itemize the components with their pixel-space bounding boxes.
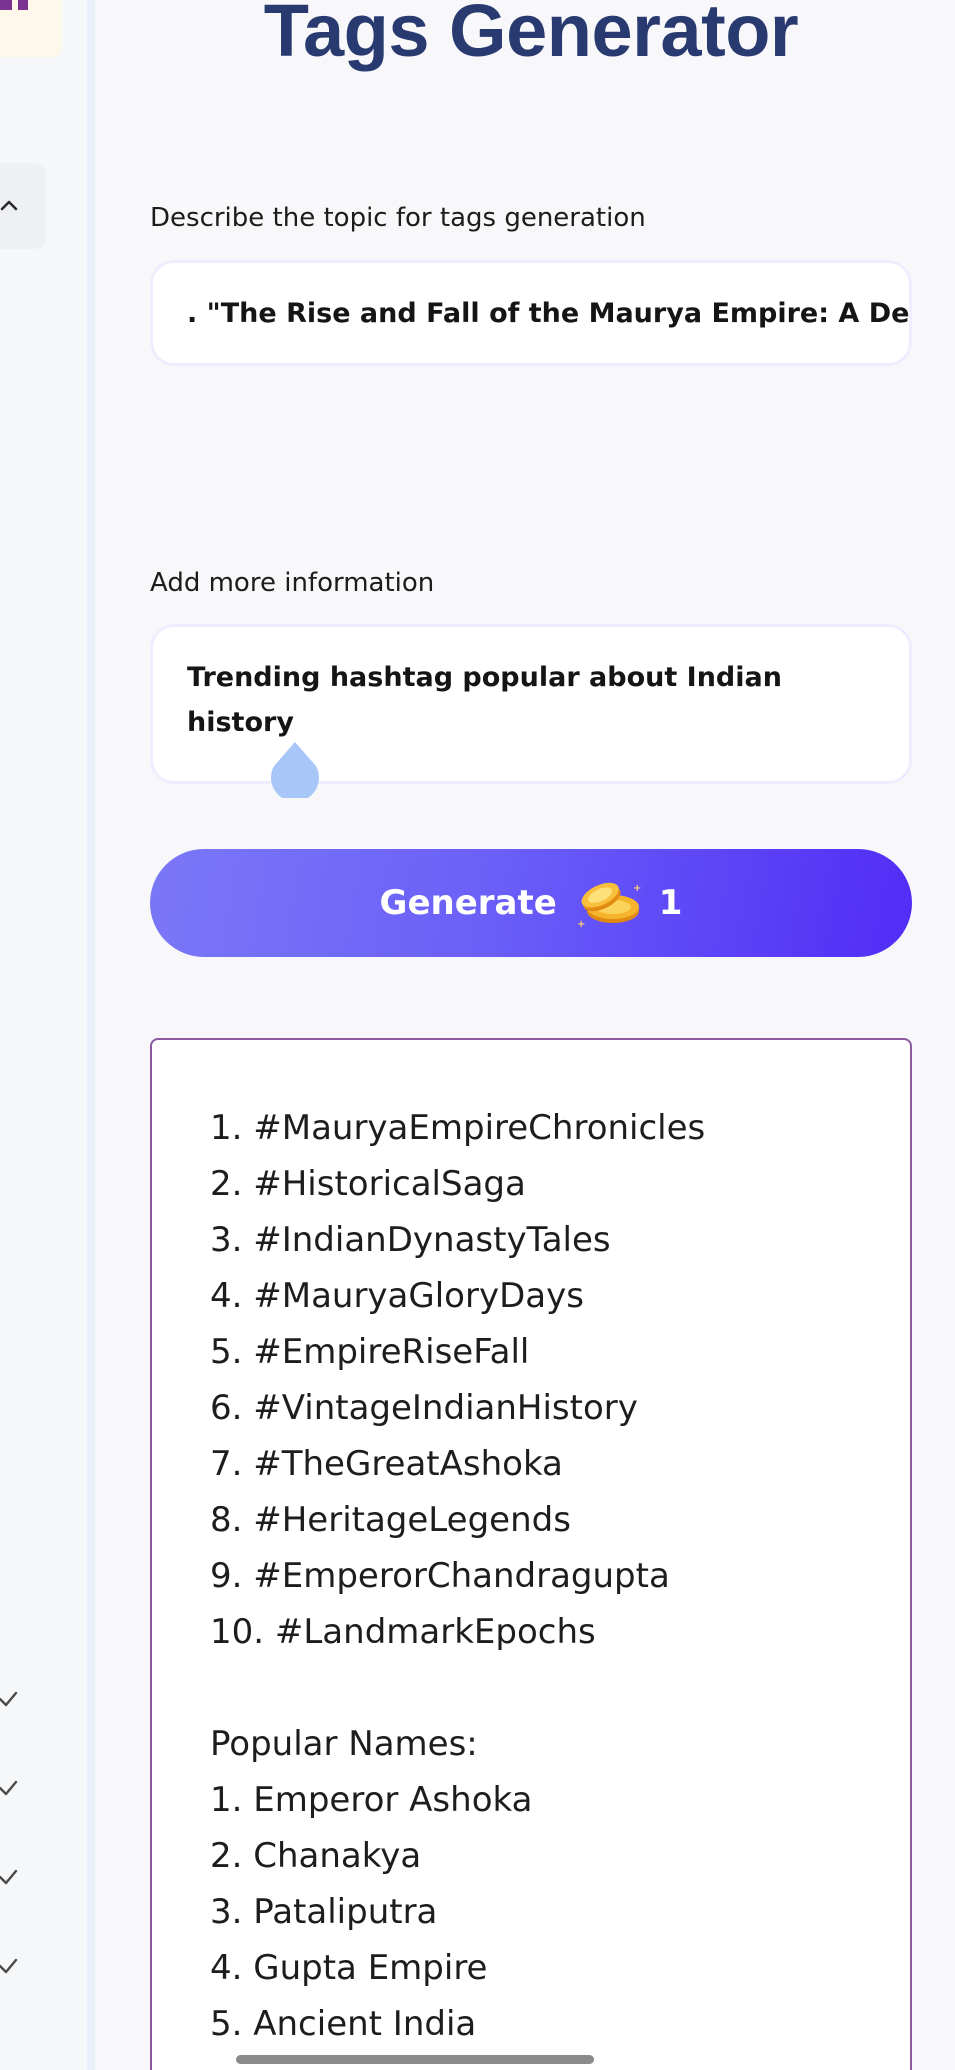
topic-label: Describe the topic for tags generation bbox=[150, 203, 646, 233]
text-cursor-drop-icon[interactable] bbox=[266, 740, 324, 798]
hashtag-item: 8. #HeritageLegends bbox=[210, 1500, 571, 1540]
hashtag-item: 2. #HistoricalSaga bbox=[210, 1164, 526, 1204]
generate-button-label: Generate bbox=[379, 883, 557, 923]
check-icon bbox=[0, 1780, 18, 1796]
topic-input-value: . "The Rise and Fall of the Maurya Empir… bbox=[187, 297, 910, 329]
coins-icon: + + bbox=[577, 882, 641, 930]
hashtag-item: 7. #TheGreatAshoka bbox=[210, 1444, 563, 1484]
hashtag-item: 9. #EmperorChandragupta bbox=[210, 1556, 670, 1596]
check-icon bbox=[0, 1869, 18, 1885]
names-list: 1. Emperor Ashoka 2. Chanakya 3. Pataliput… bbox=[210, 1772, 910, 2052]
name-item: 1. Emperor Ashoka bbox=[210, 1780, 533, 1820]
sidebar bbox=[0, 0, 95, 2070]
hashtag-item: 5. #EmpireRiseFall bbox=[210, 1332, 530, 1372]
svg-text:+: + bbox=[577, 919, 585, 930]
hashtag-item: 6. #VintageIndianHistory bbox=[210, 1388, 638, 1428]
info-label: Add more information bbox=[150, 568, 435, 598]
hashtag-list: 1. #MauryaEmpireChronicles 2. #Historical… bbox=[210, 1100, 910, 1660]
chevron-up-icon bbox=[0, 200, 18, 211]
check-icon bbox=[0, 1958, 18, 1974]
output-panel: 1. #MauryaEmpireChronicles 2. #Historical… bbox=[150, 1038, 912, 2070]
svg-text:+: + bbox=[633, 883, 641, 894]
hashtag-item: 1. #MauryaEmpireChronicles bbox=[210, 1108, 706, 1148]
info-textarea[interactable]: Trending hashtag popular about Indian hi… bbox=[150, 624, 912, 784]
name-item: 5. Ancient India bbox=[210, 2004, 477, 2044]
generate-cost: 1 bbox=[658, 883, 683, 923]
name-item: 2. Chanakya bbox=[210, 1836, 422, 1876]
logo-mark bbox=[0, 0, 12, 10]
logo-mark bbox=[18, 0, 28, 10]
info-textarea-value: Trending hashtag popular about Indian hi… bbox=[187, 662, 782, 738]
brand-logo[interactable] bbox=[0, 0, 62, 57]
topic-input[interactable]: . "The Rise and Fall of the Maurya Empir… bbox=[150, 260, 912, 366]
generate-button[interactable]: Generate + + 1 bbox=[150, 849, 912, 957]
page-title: Tags Generator bbox=[263, 0, 799, 72]
names-heading: Popular Names: bbox=[210, 1724, 478, 1764]
hashtag-item: 10. #LandmarkEpochs bbox=[210, 1612, 596, 1652]
horizontal-scrollbar[interactable] bbox=[236, 2055, 594, 2064]
sidebar-collapse-button[interactable] bbox=[0, 163, 46, 249]
hashtag-item: 4. #MauryaGloryDays bbox=[210, 1276, 584, 1316]
name-item: 3. Pataliputra bbox=[210, 1892, 438, 1932]
name-item: 4. Gupta Empire bbox=[210, 1948, 488, 1988]
check-icon bbox=[0, 1691, 18, 1707]
hashtag-item: 3. #IndianDynastyTales bbox=[210, 1220, 611, 1260]
